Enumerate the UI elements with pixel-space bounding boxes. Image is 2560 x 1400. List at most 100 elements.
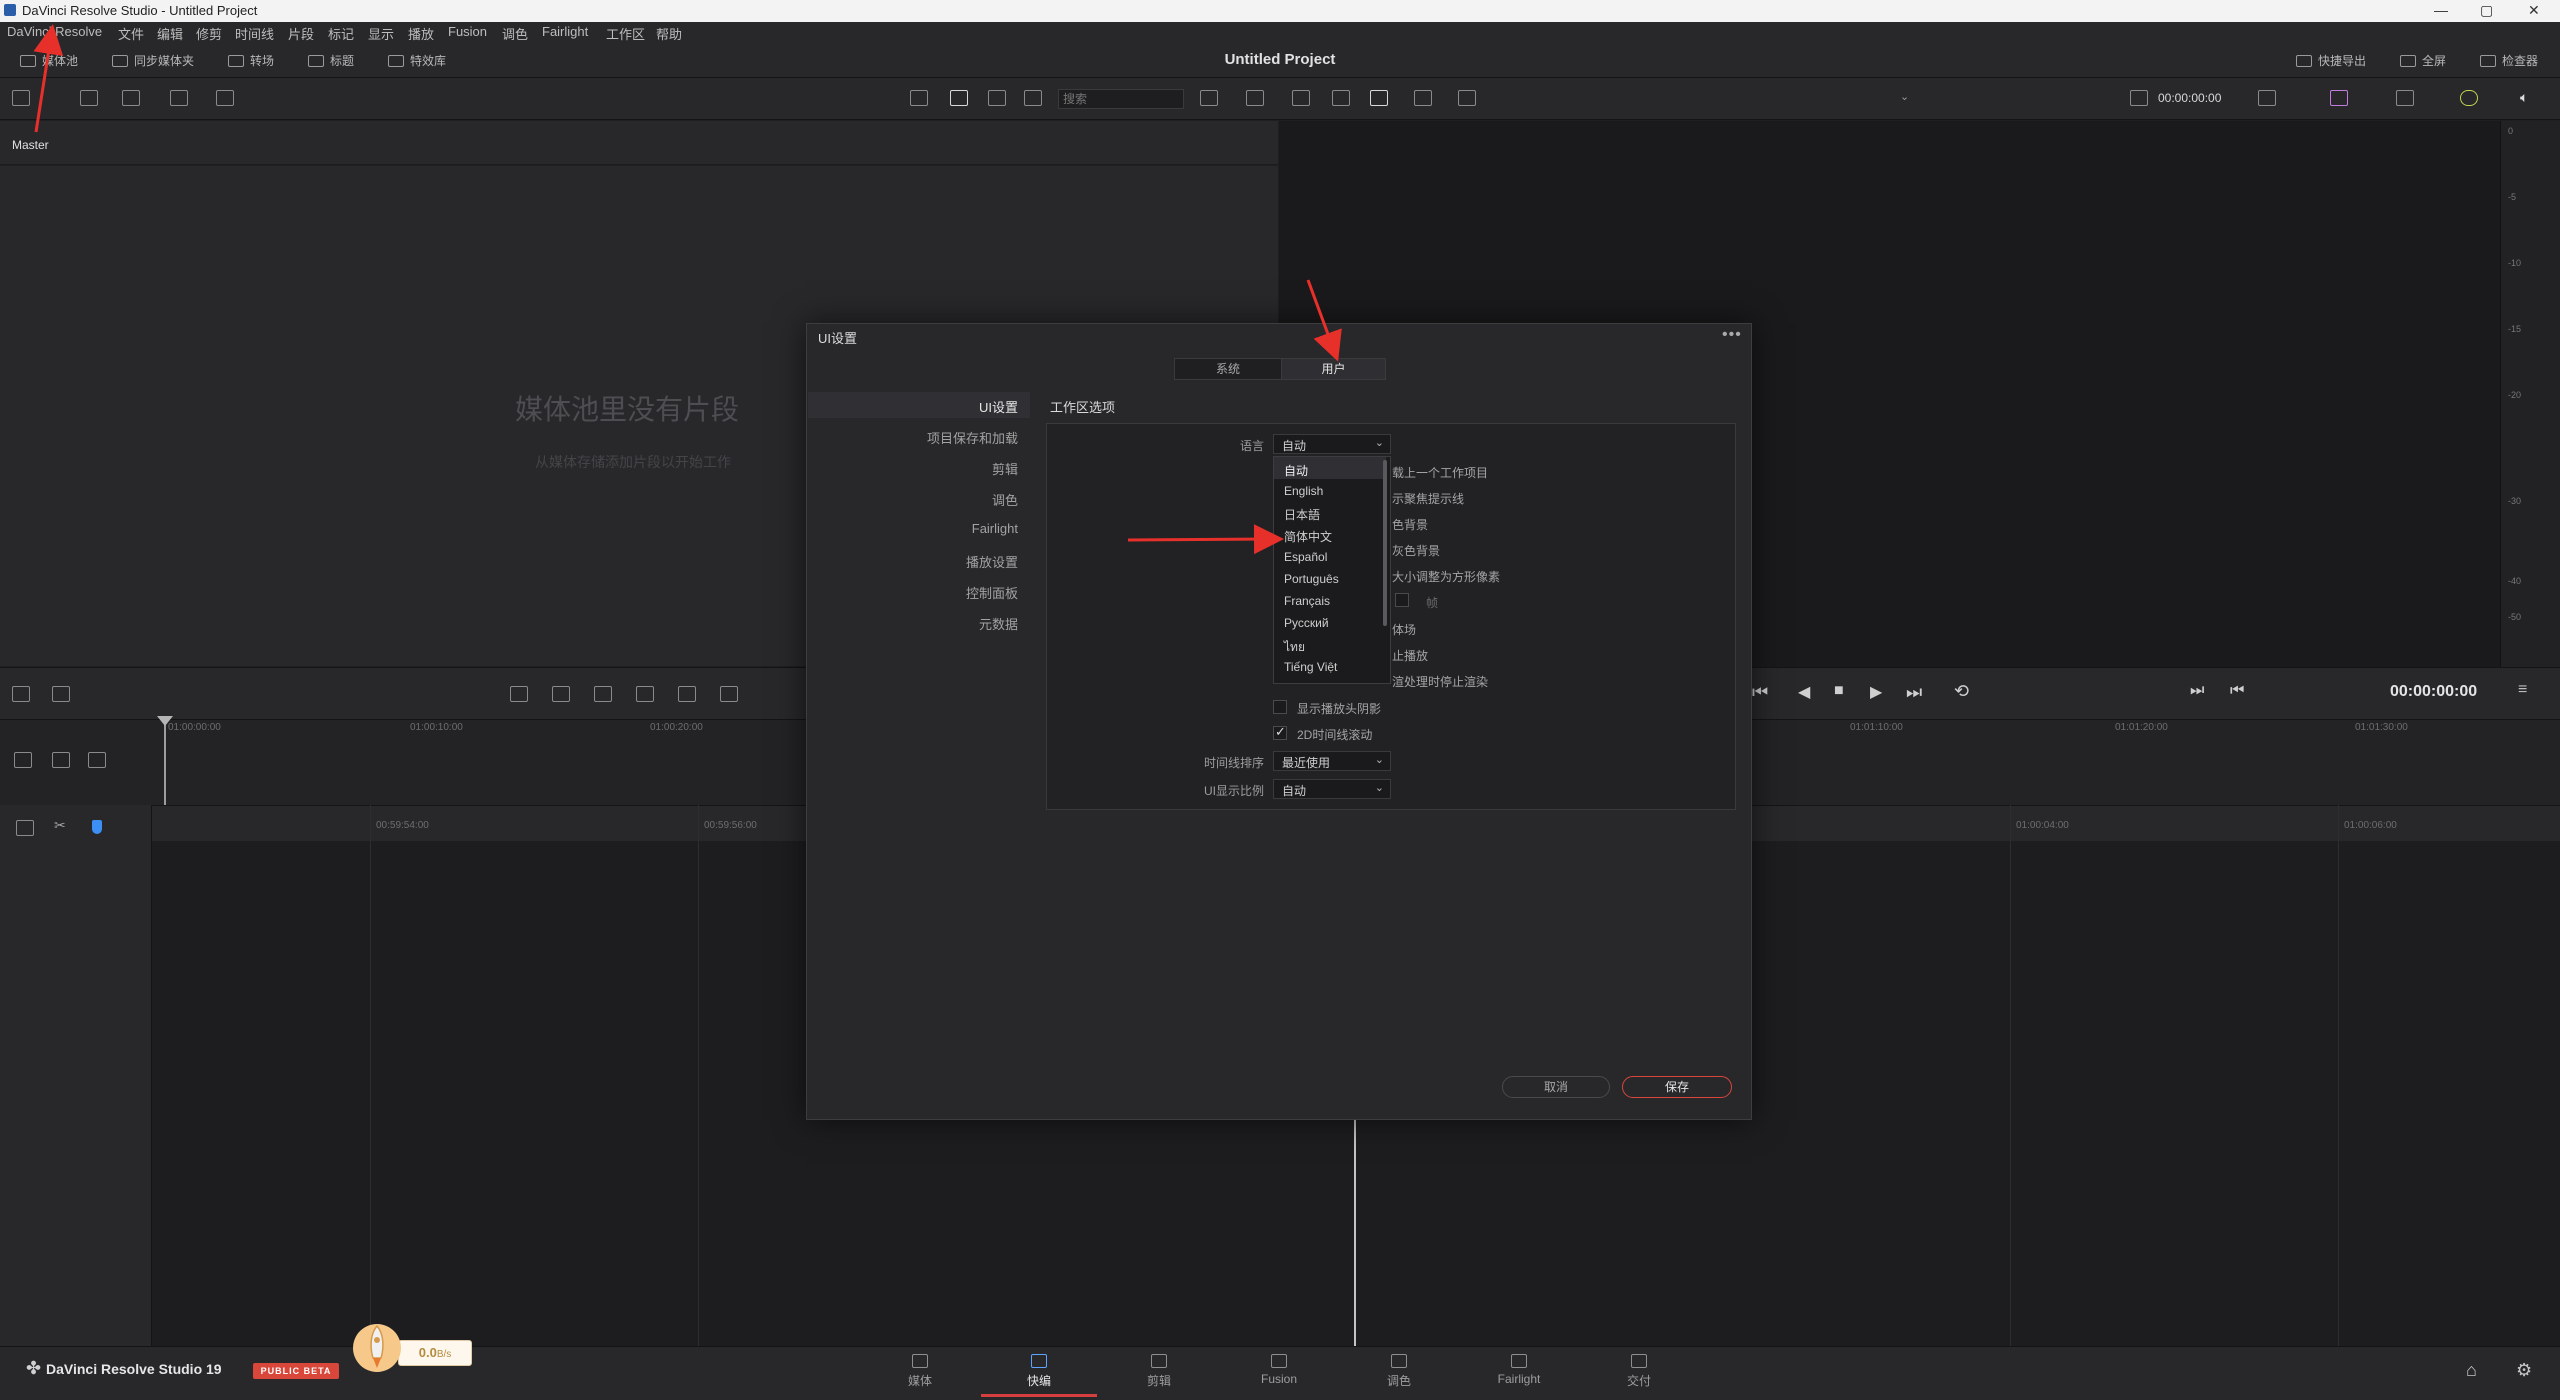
color-icon[interactable] [2330, 90, 2348, 106]
language-option-simplified-chinese[interactable]: 简体中文 [1284, 528, 1332, 545]
speaker-icon[interactable]: 🔈︎ [2520, 89, 2528, 106]
source-viewer-icon[interactable] [1292, 90, 1310, 106]
audio-track-icon[interactable] [12, 686, 30, 702]
menu-help[interactable]: 帮助 [656, 24, 682, 43]
timeline-sort-select[interactable]: 最近使用 ⌄ [1273, 751, 1391, 771]
tab-color[interactable]: 调色 [1364, 1350, 1434, 1396]
option-reload-last-project[interactable]: 载上一个工作项目 [1392, 464, 1488, 481]
option-square-pixels[interactable]: 大小调整为方形像素 [1392, 568, 1500, 585]
sidebar-item-control-panels[interactable]: 控制面板 [798, 583, 1018, 602]
close-up-icon[interactable] [636, 686, 654, 702]
reverse-icon[interactable]: ◀ [1798, 682, 1810, 702]
sync-icon[interactable] [170, 90, 188, 106]
track-settings-icon[interactable] [14, 752, 32, 768]
sidebar-item-ui-settings[interactable]: UI设置 [798, 397, 1018, 416]
playhead[interactable] [164, 720, 166, 806]
metadata-view-icon[interactable] [988, 90, 1006, 106]
source-overwrite-icon[interactable] [720, 686, 738, 702]
network-speed-widget[interactable]: 0.0B/s [398, 1340, 472, 1366]
tab-fairlight[interactable]: Fairlight [1484, 1350, 1554, 1396]
option-playhead-shadow[interactable]: 显示播放头阴影 [1297, 700, 1381, 717]
gear-icon[interactable]: ⚙ [2516, 1360, 2532, 1381]
menu-clip[interactable]: 片段 [288, 24, 314, 43]
scissors-icon[interactable]: ✂ [54, 817, 66, 834]
thumbnail-view-icon[interactable] [950, 90, 968, 106]
prev-clip-icon[interactable]: ⏮ [2230, 682, 2244, 700]
append-icon[interactable] [552, 686, 570, 702]
loop-icon[interactable]: ⟲ [1954, 681, 1969, 702]
sort-icon[interactable] [1200, 90, 1218, 106]
language-option-japanese[interactable]: 日本語 [1284, 506, 1320, 523]
track-height-icon[interactable] [52, 752, 70, 768]
safe-area-icon[interactable] [1332, 90, 1350, 106]
viewer-dropdown-chevron-icon[interactable]: ⌄ [1900, 90, 1909, 103]
option-gray-background[interactable]: 灰色背景 [1392, 542, 1440, 559]
menu-view[interactable]: 显示 [368, 24, 394, 43]
rocket-icon[interactable] [352, 1318, 402, 1374]
menu-playback[interactable]: 播放 [408, 24, 434, 43]
search-input[interactable] [1058, 89, 1184, 109]
ripple-overwrite-icon[interactable] [594, 686, 612, 702]
ui-scale-select[interactable]: 自动 ⌄ [1273, 779, 1391, 799]
menu-davinci-resolve[interactable]: DaVinci Resolve [7, 24, 102, 39]
sidebar-toggle-icon[interactable] [12, 90, 30, 106]
tab-user[interactable]: 用户 [1281, 359, 1385, 379]
close-button[interactable]: ✕ [2528, 2, 2540, 19]
language-dropdown-scrollbar[interactable] [1383, 460, 1387, 626]
next-clip-icon[interactable]: ⏭ [2190, 682, 2204, 700]
go-to-start-icon[interactable]: ⏮ [1752, 682, 1768, 703]
option-focus-hint[interactable]: 示聚焦提示线 [1392, 490, 1464, 507]
option-stop-playback[interactable]: 止播放 [1392, 647, 1428, 664]
menu-fairlight[interactable]: Fairlight [542, 24, 588, 39]
sidebar-item-editing[interactable]: 剪辑 [798, 459, 1018, 478]
track-zoom-icon[interactable] [88, 752, 106, 768]
music-icon[interactable] [52, 686, 70, 702]
sidebar-item-project-save-load[interactable]: 项目保存和加载 [798, 428, 1018, 447]
language-option-spanish[interactable]: Español [1284, 550, 1327, 564]
menu-icon[interactable]: ≡ [2518, 681, 2527, 699]
menu-file[interactable]: 文件 [118, 24, 144, 43]
tab-media[interactable]: 媒体 [885, 1350, 955, 1396]
menu-edit[interactable]: 编辑 [157, 24, 183, 43]
option-frames-field[interactable] [1395, 593, 1409, 607]
sidebar-item-metadata[interactable]: 元数据 [798, 614, 1018, 633]
viewer-layout-icon[interactable] [2258, 90, 2276, 106]
fullscreen-button[interactable]: 全屏 [2400, 52, 2446, 69]
play-icon[interactable]: ▶ [1870, 682, 1882, 702]
color-wheel-icon[interactable] [2460, 90, 2478, 106]
place-on-top-icon[interactable] [678, 686, 696, 702]
filmstrip-view-icon[interactable] [910, 90, 928, 106]
bin-master-label[interactable]: Master [12, 138, 49, 152]
language-option-thai[interactable]: ไทย [1284, 638, 1305, 657]
checkbox-playhead-shadow[interactable] [1273, 700, 1287, 714]
option-2d-timeline-scroll[interactable]: 2D时间线滚动 [1297, 726, 1372, 743]
sidebar-item-color[interactable]: 调色 [798, 490, 1018, 509]
menu-timeline[interactable]: 时间线 [235, 24, 274, 43]
tab-system[interactable]: 系统 [1175, 359, 1281, 379]
save-button[interactable]: 保存 [1622, 1076, 1732, 1098]
minimize-button[interactable]: — [2434, 2, 2448, 18]
marker-icon[interactable] [92, 820, 102, 834]
language-option-french[interactable]: Français [1284, 594, 1330, 608]
tape-icon[interactable] [1458, 90, 1476, 106]
home-icon[interactable]: ⌂ [2466, 1360, 2477, 1381]
refresh-icon[interactable] [1246, 90, 1264, 106]
multicam-icon[interactable] [1414, 90, 1432, 106]
timeline-viewer-icon[interactable] [1370, 90, 1388, 106]
tab-fusion[interactable]: Fusion [1244, 1350, 1314, 1396]
playhead-handle[interactable] [157, 716, 173, 726]
scope-icon[interactable] [2396, 90, 2414, 106]
lower-playhead[interactable] [1354, 1120, 1356, 1346]
language-option-auto[interactable]: 自动 [1284, 462, 1308, 479]
stop-icon[interactable]: ■ [1834, 682, 1844, 700]
quick-export-button[interactable]: 快捷导出 [2296, 52, 2366, 69]
tab-edit[interactable]: 剪辑 [1124, 1350, 1194, 1396]
language-option-russian[interactable]: Русский [1284, 616, 1329, 630]
menu-workspace[interactable]: 工作区 [606, 24, 645, 43]
tab-cut[interactable]: 快编 [1004, 1350, 1074, 1396]
option-fields[interactable]: 体场 [1392, 621, 1416, 638]
cancel-button[interactable]: 取消 [1502, 1076, 1610, 1098]
option-stop-render[interactable]: 渲处理时停止渲染 [1392, 673, 1488, 690]
smart-insert-icon[interactable] [510, 686, 528, 702]
maximize-button[interactable]: ▢ [2480, 2, 2493, 19]
